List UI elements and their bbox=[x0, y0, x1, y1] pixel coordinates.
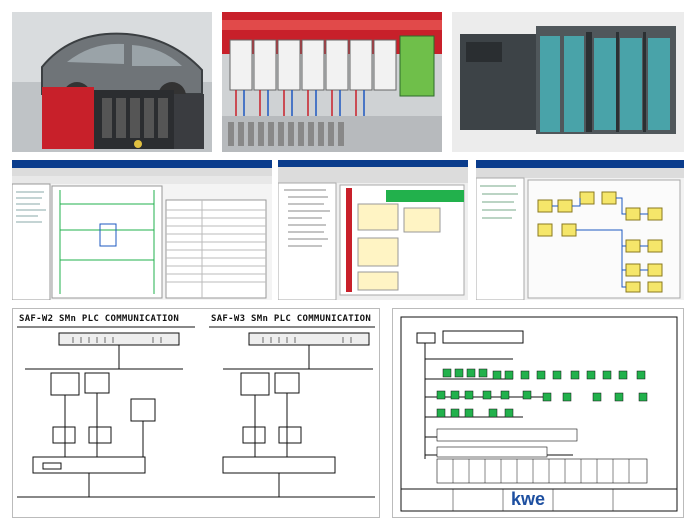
diagram-control-schematic: kwe bbox=[392, 308, 684, 518]
screenshot-ladder-editor bbox=[278, 160, 468, 300]
photo-terminal-rail bbox=[222, 12, 442, 152]
photo-collage: SAF-W2 SMn PLC COMMUNICATION SAF-W3 SMn … bbox=[0, 0, 696, 529]
car-body-icon bbox=[12, 12, 212, 152]
screenshot-ladder-software bbox=[12, 160, 272, 300]
photo-plc-rack bbox=[452, 12, 684, 152]
brand-logo: kwe bbox=[511, 489, 546, 509]
terminal-block-icon bbox=[222, 12, 442, 152]
network-switch-icon bbox=[17, 326, 375, 498]
photo-car-plc bbox=[12, 12, 212, 152]
plc-rack-icon bbox=[452, 12, 684, 152]
diagram-plc-communication: SAF-W2 SMn PLC COMMUNICATION SAF-W3 SMn … bbox=[12, 308, 380, 518]
screenshot-function-block bbox=[476, 160, 684, 300]
